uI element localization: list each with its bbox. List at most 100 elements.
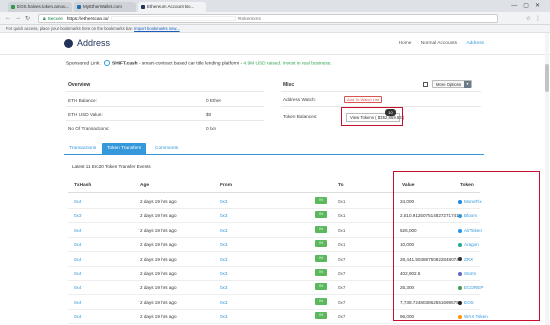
from-link[interactable]: 0x3 [220, 285, 227, 290]
misc-title: Misc [283, 82, 295, 88]
txhash-link[interactable]: 0x4 [74, 285, 81, 290]
txhash-link[interactable]: 0x4 [74, 228, 81, 233]
from-link[interactable]: 0x3 [220, 199, 227, 204]
print-icon[interactable] [423, 82, 428, 87]
back-icon[interactable]: ← [5, 15, 11, 21]
favicon-icon [141, 5, 145, 9]
tabs-underline [64, 154, 484, 155]
age-cell: 2 days 19 hrs ago [140, 285, 177, 291]
page-title: Address [77, 38, 111, 48]
age-cell: 2 days 19 hrs ago [140, 299, 177, 305]
browser-tab-title: MyEtherWallet.com [83, 4, 122, 9]
address-bar: ← → ↻ 🔒︎ Secure https://etherscan.io/ #toke… [0, 12, 550, 25]
direction-badge: IN [315, 240, 327, 248]
address-watch-label: Address Watch: [283, 97, 316, 102]
breadcrumb-normal-accounts[interactable]: Normal Accounts [421, 41, 457, 46]
txn-count-label: No Of Transactions: [68, 126, 110, 131]
to-cell[interactable]: 0x1 [338, 228, 345, 233]
from-link[interactable]: 0x3 [220, 242, 227, 247]
tab-token-transfers[interactable]: Token Transfers [102, 143, 147, 154]
sponsored-link: Sponsored Link: SHIFT.cash - smart-contr… [66, 60, 331, 66]
browser-tab-bar: EOS.halves.token.amou... MyEtherWallet.c… [0, 0, 550, 12]
to-cell[interactable]: 0x7 [338, 285, 345, 290]
browser-tab-title: Ethereum Account Bo... [147, 4, 195, 9]
view-tokens-label: View Tokens ( $352,859.93 ) [350, 115, 405, 120]
to-cell[interactable]: 0x7 [338, 314, 345, 319]
txhash-link[interactable]: 0x4 [74, 271, 81, 276]
age-cell: 2 days 19 hrs ago [140, 227, 177, 233]
from-link[interactable]: 0x3 [220, 314, 227, 319]
eth-usd-label: ETH USD Value: [68, 112, 103, 117]
col-header-to: To [338, 183, 344, 188]
more-options-label: More Options [436, 82, 462, 87]
from-link[interactable]: 0x3 [220, 300, 227, 305]
events-caption: Latest 11 Erc20 Token Transfer Events [72, 164, 151, 169]
to-cell[interactable]: 0x7 [338, 257, 345, 262]
chevron-down-icon: ▾ [464, 81, 471, 88]
direction-badge: IN [315, 197, 327, 204]
direction-badge: IN [315, 254, 327, 262]
more-options-dropdown[interactable]: More Options ▾ [432, 80, 472, 88]
from-link[interactable]: 0x3 [220, 257, 227, 262]
divider [66, 106, 264, 107]
to-cell[interactable]: 0x7 [338, 300, 345, 305]
to-cell[interactable]: 0x1 [338, 213, 345, 218]
value-token-highlight [393, 171, 540, 321]
direction-badge: IN [315, 312, 327, 320]
url-suffix: #tokentxns [237, 17, 261, 22]
direction-badge: IN [315, 283, 327, 291]
age-cell: 2 days 19 hrs ago [140, 199, 177, 204]
from-link[interactable]: 0x3 [220, 228, 227, 233]
forward-icon[interactable]: → [15, 15, 21, 21]
browser-tab-3[interactable]: Ethereum Account Bo... [138, 2, 206, 12]
shift-logo-icon [104, 60, 111, 66]
age-cell: 2 days 19 hrs ago [140, 314, 177, 320]
breadcrumb-home[interactable]: Home [399, 41, 412, 46]
direction-badge: IN [315, 211, 327, 219]
sponsored-label: Sponsored Link: [66, 61, 101, 67]
browser-tab-1[interactable]: EOS.halves.token.amou... [8, 2, 72, 12]
txhash-link[interactable]: 0x4 [74, 199, 81, 204]
from-link[interactable]: 0x3 [220, 213, 227, 218]
age-cell: 2 days 19 hrs ago [140, 242, 177, 248]
divider [66, 91, 264, 92]
eth-usd-value: $0 [206, 112, 212, 117]
breadcrumb: Home Normal Accounts Address [391, 41, 484, 46]
age-cell: 2 days 19 hrs ago [140, 213, 177, 219]
browser-menu-icon[interactable]: ☆⋮ [526, 15, 545, 22]
reload-icon[interactable]: ↻ [25, 15, 30, 22]
divider [281, 91, 481, 92]
txhash-link[interactable]: 0x4 [74, 314, 81, 319]
txn-count-value: 0 txn [206, 126, 217, 131]
direction-badge: IN [315, 269, 327, 276]
scrollbar-thumb[interactable] [545, 64, 549, 92]
etherscan-logo-icon[interactable] [64, 39, 73, 48]
import-bookmarks-link[interactable]: Import bookmarks now... [134, 26, 180, 31]
sponsor-highlight[interactable]: 4.9M USD raised. Invest in real business… [243, 61, 331, 66]
eth-balance-label: ETH Balance: [68, 98, 97, 103]
browser-tab-2[interactable]: MyEtherWallet.com [74, 2, 136, 12]
eth-balance-value: 0 Ether [206, 98, 222, 103]
window-controls[interactable]: —▢✕ [511, 2, 546, 9]
col-header-age: Age [140, 183, 150, 188]
to-cell[interactable]: 0x7 [338, 271, 345, 276]
token-count-badge: 10 [385, 109, 396, 116]
txhash-link[interactable]: 0x4 [74, 242, 81, 247]
url-input[interactable]: 🔒︎ Secure https://etherscan.io/ #tokentxns [38, 14, 498, 23]
to-cell[interactable]: 0x1 [338, 199, 345, 204]
col-header-txhash: TxHash [74, 183, 92, 188]
txhash-link[interactable]: 0x4 [74, 300, 81, 305]
add-to-watch-list-button[interactable]: Add To Watch List [344, 96, 383, 103]
txhash-link[interactable]: 0x4 [74, 257, 81, 262]
bookmarks-bar: For quick access, place your bookmarks h… [0, 25, 550, 33]
txhash-link[interactable]: 0x3 [74, 213, 81, 218]
site-header: Address Home Normal Accounts Address [0, 33, 550, 55]
url-prefix: https://etherscan.io/ [66, 17, 109, 22]
tab-transactions[interactable]: Transactions [64, 143, 101, 154]
sponsor-name[interactable]: SHIFT.cash [112, 61, 138, 66]
browser-tab-title: EOS.halves.token.amou... [17, 4, 70, 9]
bookmarks-hint: For quick access, place your bookmarks h… [6, 26, 133, 31]
to-cell[interactable]: 0x1 [338, 242, 345, 247]
tab-comments[interactable]: Comments [150, 143, 183, 154]
from-link[interactable]: 0x3 [220, 271, 227, 276]
